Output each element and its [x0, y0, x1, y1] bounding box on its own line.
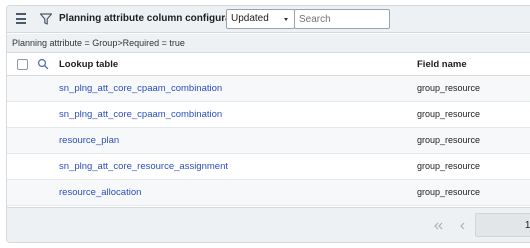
- field-name-cell: group_resource: [417, 161, 481, 171]
- filter-breadcrumb[interactable]: Planning attribute = Group>Required = tr…: [7, 34, 530, 53]
- table-row: resource_allocation group_resource: [7, 180, 530, 206]
- filter-icon[interactable]: [39, 12, 53, 26]
- table-row: sn_plng_att_core_resource_assignment gro…: [7, 154, 530, 180]
- field-name-cell: group_resource: [417, 135, 481, 145]
- search-input[interactable]: [294, 9, 390, 29]
- lookup-table-link[interactable]: sn_plng_att_core_cpaam_combination: [59, 83, 222, 94]
- column-header-lookup-table[interactable]: Lookup table: [59, 59, 118, 70]
- table-row: resource_plan group_resource: [7, 128, 530, 154]
- pagination-bar: 1 t: [7, 207, 530, 242]
- list-header: Planning attribute column configurations…: [7, 6, 530, 33]
- table-row: sn_plng_att_core_cpaam_combination group…: [7, 76, 530, 102]
- hamburger-icon[interactable]: [16, 13, 30, 27]
- column-header-field-name[interactable]: Field name: [417, 59, 467, 70]
- select-all-checkbox[interactable]: [17, 59, 28, 70]
- first-page-icon[interactable]: [432, 220, 444, 232]
- lookup-table-link[interactable]: resource_plan: [59, 135, 119, 146]
- column-header-row: Lookup table Field name: [7, 53, 530, 76]
- field-name-cell: group_resource: [417, 83, 481, 93]
- chevron-down-icon: [284, 18, 288, 21]
- field-name-cell: group_resource: [417, 187, 481, 197]
- lookup-table-link[interactable]: resource_allocation: [59, 187, 141, 198]
- sort-select[interactable]: Updated: [226, 9, 295, 29]
- sort-select-value: Updated: [231, 13, 269, 24]
- page-number-input[interactable]: 1 t: [475, 213, 530, 237]
- search-icon[interactable]: [37, 58, 49, 70]
- table-body: sn_plng_att_core_cpaam_combination group…: [7, 76, 530, 206]
- list-frame: Planning attribute column configurations…: [6, 5, 530, 243]
- table-row: sn_plng_att_core_cpaam_combination group…: [7, 102, 530, 128]
- previous-page-icon[interactable]: [458, 220, 466, 232]
- lookup-table-link[interactable]: sn_plng_att_core_cpaam_combination: [59, 109, 222, 120]
- field-name-cell: group_resource: [417, 109, 481, 119]
- lookup-table-link[interactable]: sn_plng_att_core_resource_assignment: [59, 161, 228, 172]
